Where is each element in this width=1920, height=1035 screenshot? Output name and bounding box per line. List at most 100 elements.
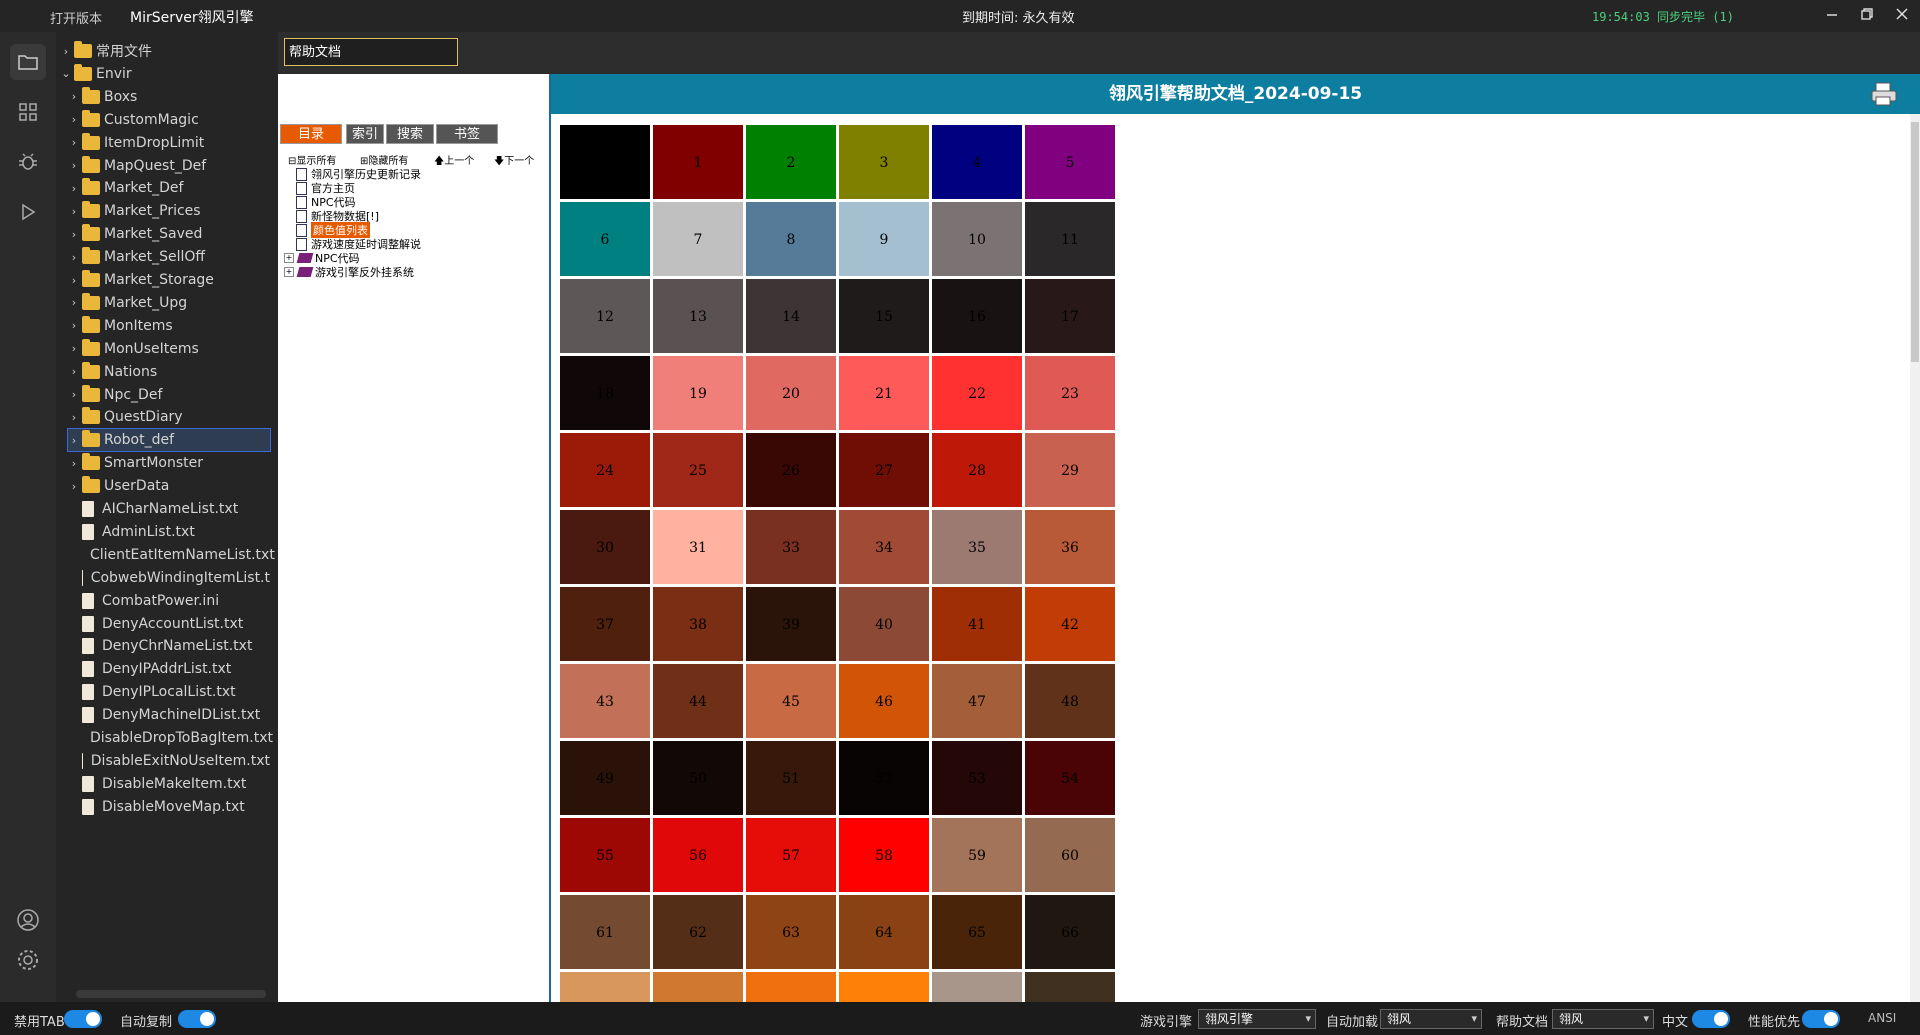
page-icon [296,223,307,237]
auto-copy-toggle[interactable] [178,1010,216,1028]
chevron-right-icon[interactable]: › [68,113,80,126]
folder-item[interactable]: › Market_Def [68,177,270,199]
folder-item[interactable]: › ItemDropLimit [68,132,270,154]
nav-tab[interactable]: 目录 [280,124,342,144]
file-item[interactable]: ClientEatItemNameList.txt [68,544,275,566]
autoload-select[interactable]: 翎风 [1380,1009,1482,1029]
chevron-right-icon[interactable]: › [68,90,80,103]
folder-item[interactable]: › Boxs [68,86,270,108]
explorer-scrollbar[interactable] [76,990,266,998]
folder-item[interactable]: › QuestDiary [68,406,270,428]
expand-icon[interactable]: + [284,253,294,263]
color-swatch: 59 [931,817,1023,893]
helpdoc-select[interactable]: 翎风 [1552,1009,1654,1029]
file-item[interactable]: CobwebWindingItemList.t [68,567,270,589]
folder-item[interactable]: › MonUseItems [68,338,270,360]
chevron-right-icon[interactable]: › [68,296,80,309]
engine-select[interactable]: 翎风引擎 [1198,1009,1316,1029]
folder-item[interactable]: › 常用文件 [60,40,270,62]
minimize-button[interactable] [1823,7,1841,25]
chevron-right-icon[interactable]: › [68,434,80,447]
open-version-button[interactable]: 打开版本 [50,8,102,27]
chevron-right-icon[interactable]: › [68,182,80,195]
chevron-right-icon[interactable]: › [68,480,80,493]
nav-toolbar: ⊟显示所有 ⊞隐藏所有 🡅上一个 🡇下一个 [280,152,548,167]
explorer-button[interactable] [10,44,46,80]
chevron-right-icon[interactable]: › [68,388,80,401]
file-item[interactable]: DenyMachineIDList.txt [68,704,270,726]
chevron-right-icon[interactable]: › [68,411,80,424]
folder-item[interactable]: › Market_SellOff [68,246,270,268]
color-swatch: 34 [838,509,930,585]
content-scrollbar[interactable] [1910,114,1920,1002]
file-icon [82,592,94,609]
folder-item[interactable]: › Market_Storage [68,269,270,291]
debug-button[interactable] [10,144,46,180]
chevron-right-icon[interactable]: › [68,457,80,470]
folder-item[interactable]: › MonItems [68,315,270,337]
folder-item[interactable]: › Market_Prices [68,200,270,222]
chevron-down-icon[interactable]: ⌄ [60,67,72,80]
folder-icon [82,247,100,265]
nav-tab[interactable]: 索引 [346,124,384,144]
file-item[interactable]: DisableMoveMap.txt [68,796,270,818]
folder-item[interactable]: › UserData [68,475,270,497]
file-item[interactable]: DenyAccountList.txt [68,613,270,635]
nav-tab[interactable]: 书签 [436,124,498,144]
chevron-right-icon[interactable]: › [68,342,80,355]
folder-item[interactable]: ⌄ Envir [60,63,270,85]
file-item[interactable]: AdminList.txt [68,521,270,543]
chevron-right-icon[interactable]: › [68,159,80,172]
encoding-label[interactable]: ANSI [1868,1011,1896,1025]
folder-item[interactable]: › Market_Upg [68,292,270,314]
folder-item[interactable]: › Market_Saved [68,223,270,245]
file-item[interactable]: DisableMakeItem.txt [68,773,270,795]
file-item[interactable]: DisableExitNoUseItem.txt [68,750,270,772]
show-all-button[interactable]: ⊟显示所有 [288,152,336,167]
hide-all-button[interactable]: ⊞隐藏所有 [360,152,408,167]
color-swatch: 53 [931,740,1023,816]
folder-icon [74,63,92,81]
restore-button[interactable] [1858,7,1876,25]
account-button[interactable] [10,902,46,938]
expand-icon[interactable]: + [284,267,294,277]
chevron-right-icon[interactable]: › [68,274,80,287]
toc-item[interactable]: + 游戏引擎反外挂系统 [284,264,414,280]
folder-item[interactable]: › CustomMagic [68,109,270,131]
chevron-right-icon[interactable]: › [68,228,80,241]
chevron-right-icon[interactable]: › [68,251,80,264]
scrollbar-thumb[interactable] [1911,122,1919,362]
file-item[interactable]: AICharNameList.txt [68,498,270,520]
chinese-toggle[interactable] [1692,1010,1730,1028]
color-swatch: 45 [745,663,837,739]
folder-item[interactable]: › Npc_Def [68,384,270,406]
run-button[interactable] [10,194,46,230]
prev-button[interactable]: 🡅上一个 [434,152,474,171]
next-button[interactable]: 🡇下一个 [494,152,534,171]
print-icon[interactable] [1870,82,1898,106]
folder-item[interactable]: › SmartMonster [68,452,270,474]
perf-priority-toggle[interactable] [1802,1010,1840,1028]
chevron-right-icon[interactable]: › [60,45,72,58]
help-doc-tab[interactable]: 帮助文档 [284,38,458,66]
tree-item-label: Market_SellOff [104,249,206,266]
close-button[interactable] [1893,7,1911,25]
file-item[interactable]: CombatPower.ini [68,590,270,612]
file-item[interactable]: DisableDropToBagItem.txt [68,727,273,749]
folder-item[interactable]: › Nations [68,361,270,383]
disable-tab-toggle[interactable] [64,1010,102,1028]
chevron-right-icon[interactable]: › [68,319,80,332]
file-item[interactable]: DenyIPLocalList.txt [68,681,270,703]
chevron-right-icon[interactable]: › [68,365,80,378]
help-window: 帮助文档 目录 索引 搜索 书签 ⊟显示所有 ⊞隐藏所有 🡅上一个 🡇下一个 翎风引擎… [278,32,1920,1002]
folder-item[interactable]: › Robot_def [67,428,271,453]
color-swatch: 48 [1024,663,1116,739]
nav-tab[interactable]: 搜索 [386,124,434,144]
file-item[interactable]: DenyChrNameList.txt [68,635,270,657]
file-item[interactable]: DenyIPAddrList.txt [68,658,270,680]
settings-button[interactable] [10,942,46,978]
chevron-right-icon[interactable]: › [68,136,80,149]
chevron-right-icon[interactable]: › [68,205,80,218]
folder-item[interactable]: › MapQuest_Def [68,155,270,177]
extensions-button[interactable] [10,94,46,130]
